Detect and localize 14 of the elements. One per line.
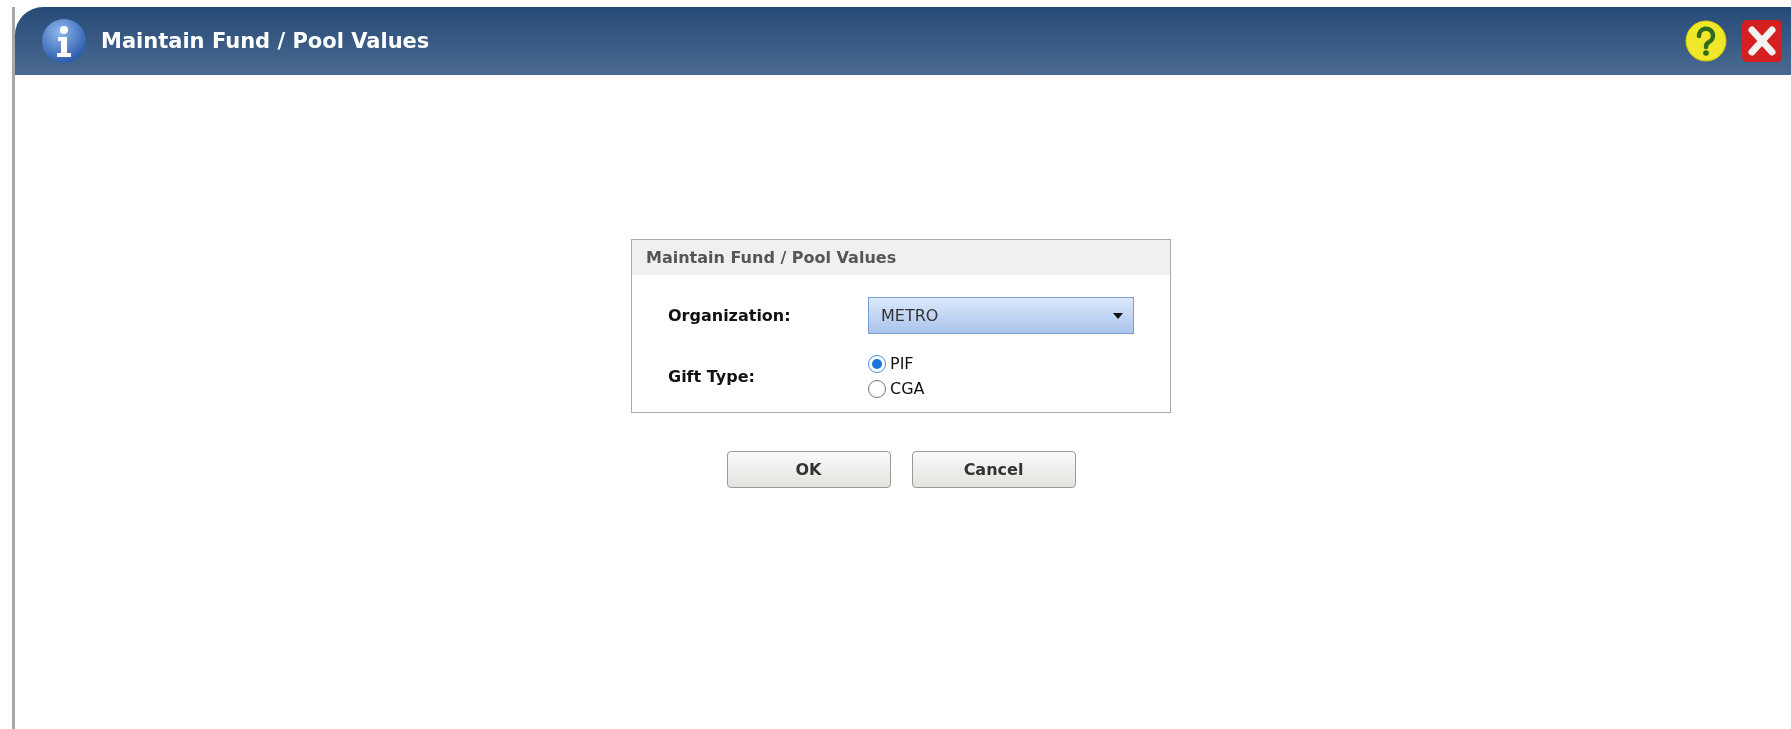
field-label: Gift Type: (668, 366, 756, 386)
field-label: Organization: (668, 306, 792, 325)
close-icon[interactable] (1741, 19, 1783, 63)
window-title: Maintain Fund / Pool Values (101, 29, 431, 53)
organization-dropdown[interactable]: METRO (868, 297, 1134, 334)
panel-title: Maintain Fund / Pool Values (632, 240, 1170, 275)
info-icon (41, 18, 87, 64)
radio-button[interactable] (868, 379, 886, 398)
radio-label[interactable]: CGA (890, 379, 925, 398)
cancel-button[interactable]: Cancel (911, 451, 1076, 488)
ok-button[interactable]: OK (726, 451, 891, 488)
radio-label[interactable]: PIF (890, 354, 914, 373)
help-icon[interactable] (1685, 20, 1727, 62)
radio-button[interactable] (868, 354, 886, 373)
